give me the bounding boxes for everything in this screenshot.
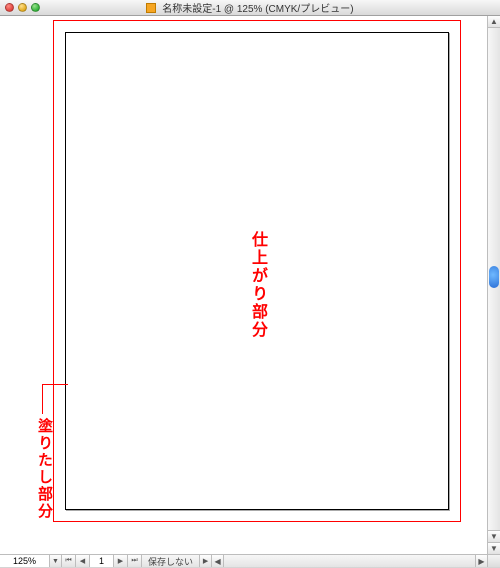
artboard-wrapper: 仕上がり部分 <box>45 16 469 554</box>
trim-area-label: 仕上がり部分 <box>245 231 269 339</box>
last-page-button[interactable]: ⏭ <box>128 555 142 567</box>
scroll-up-button[interactable]: ▲ <box>488 16 500 28</box>
scroll-right-button[interactable]: ▶ <box>475 555 487 567</box>
scroll-left-button[interactable]: ◀ <box>212 555 224 567</box>
horizontal-scrollbar[interactable]: ◀ ▶ ▶ <box>212 555 500 567</box>
document-icon <box>146 3 156 13</box>
canvas-area[interactable]: 仕上がり部分 塗りたし部分 <box>0 16 487 554</box>
resize-corner[interactable] <box>487 554 500 567</box>
vertical-scroll-thumb[interactable] <box>489 266 499 288</box>
vertical-scrollbar[interactable]: ▲ ▼ ▼ <box>487 16 500 554</box>
page-navigation: ⏮ ◀ 1 ▶ ⏭ <box>62 555 142 567</box>
first-page-button[interactable]: ⏮ <box>62 555 76 567</box>
callout-line <box>42 384 68 385</box>
zoom-dropdown-button[interactable]: ▼ <box>50 555 62 567</box>
bleed-area-label: 塗りたし部分 <box>34 418 55 520</box>
close-window-button[interactable] <box>5 3 14 12</box>
window-title: 名称未設定-1 @ 125% (CMYK/プレビュー) <box>0 0 500 15</box>
status-dropdown-button[interactable]: ▶ <box>200 555 212 567</box>
callout-line <box>42 384 43 414</box>
bleed-callout: 塗りたし部分 <box>10 384 85 534</box>
status-bar: 125% ▼ ⏮ ◀ 1 ▶ ⏭ 保存しない ▶ ◀ ▶ ▶ <box>0 554 500 567</box>
minimize-window-button[interactable] <box>18 3 27 12</box>
zoom-level-field[interactable]: 125% <box>0 555 50 567</box>
window-titlebar: 名称未設定-1 @ 125% (CMYK/プレビュー) <box>0 0 500 16</box>
next-page-button[interactable]: ▶ <box>114 555 128 567</box>
zoom-window-button[interactable] <box>31 3 40 12</box>
window-controls <box>0 3 40 12</box>
page-number-field[interactable]: 1 <box>90 555 114 567</box>
window-title-text: 名称未設定-1 @ 125% (CMYK/プレビュー) <box>162 4 353 15</box>
save-status-text: 保存しない <box>142 555 200 567</box>
scroll-down-button2[interactable]: ▼ <box>488 542 500 554</box>
scroll-down-button[interactable]: ▼ <box>488 530 500 542</box>
prev-page-button[interactable]: ◀ <box>76 555 90 567</box>
